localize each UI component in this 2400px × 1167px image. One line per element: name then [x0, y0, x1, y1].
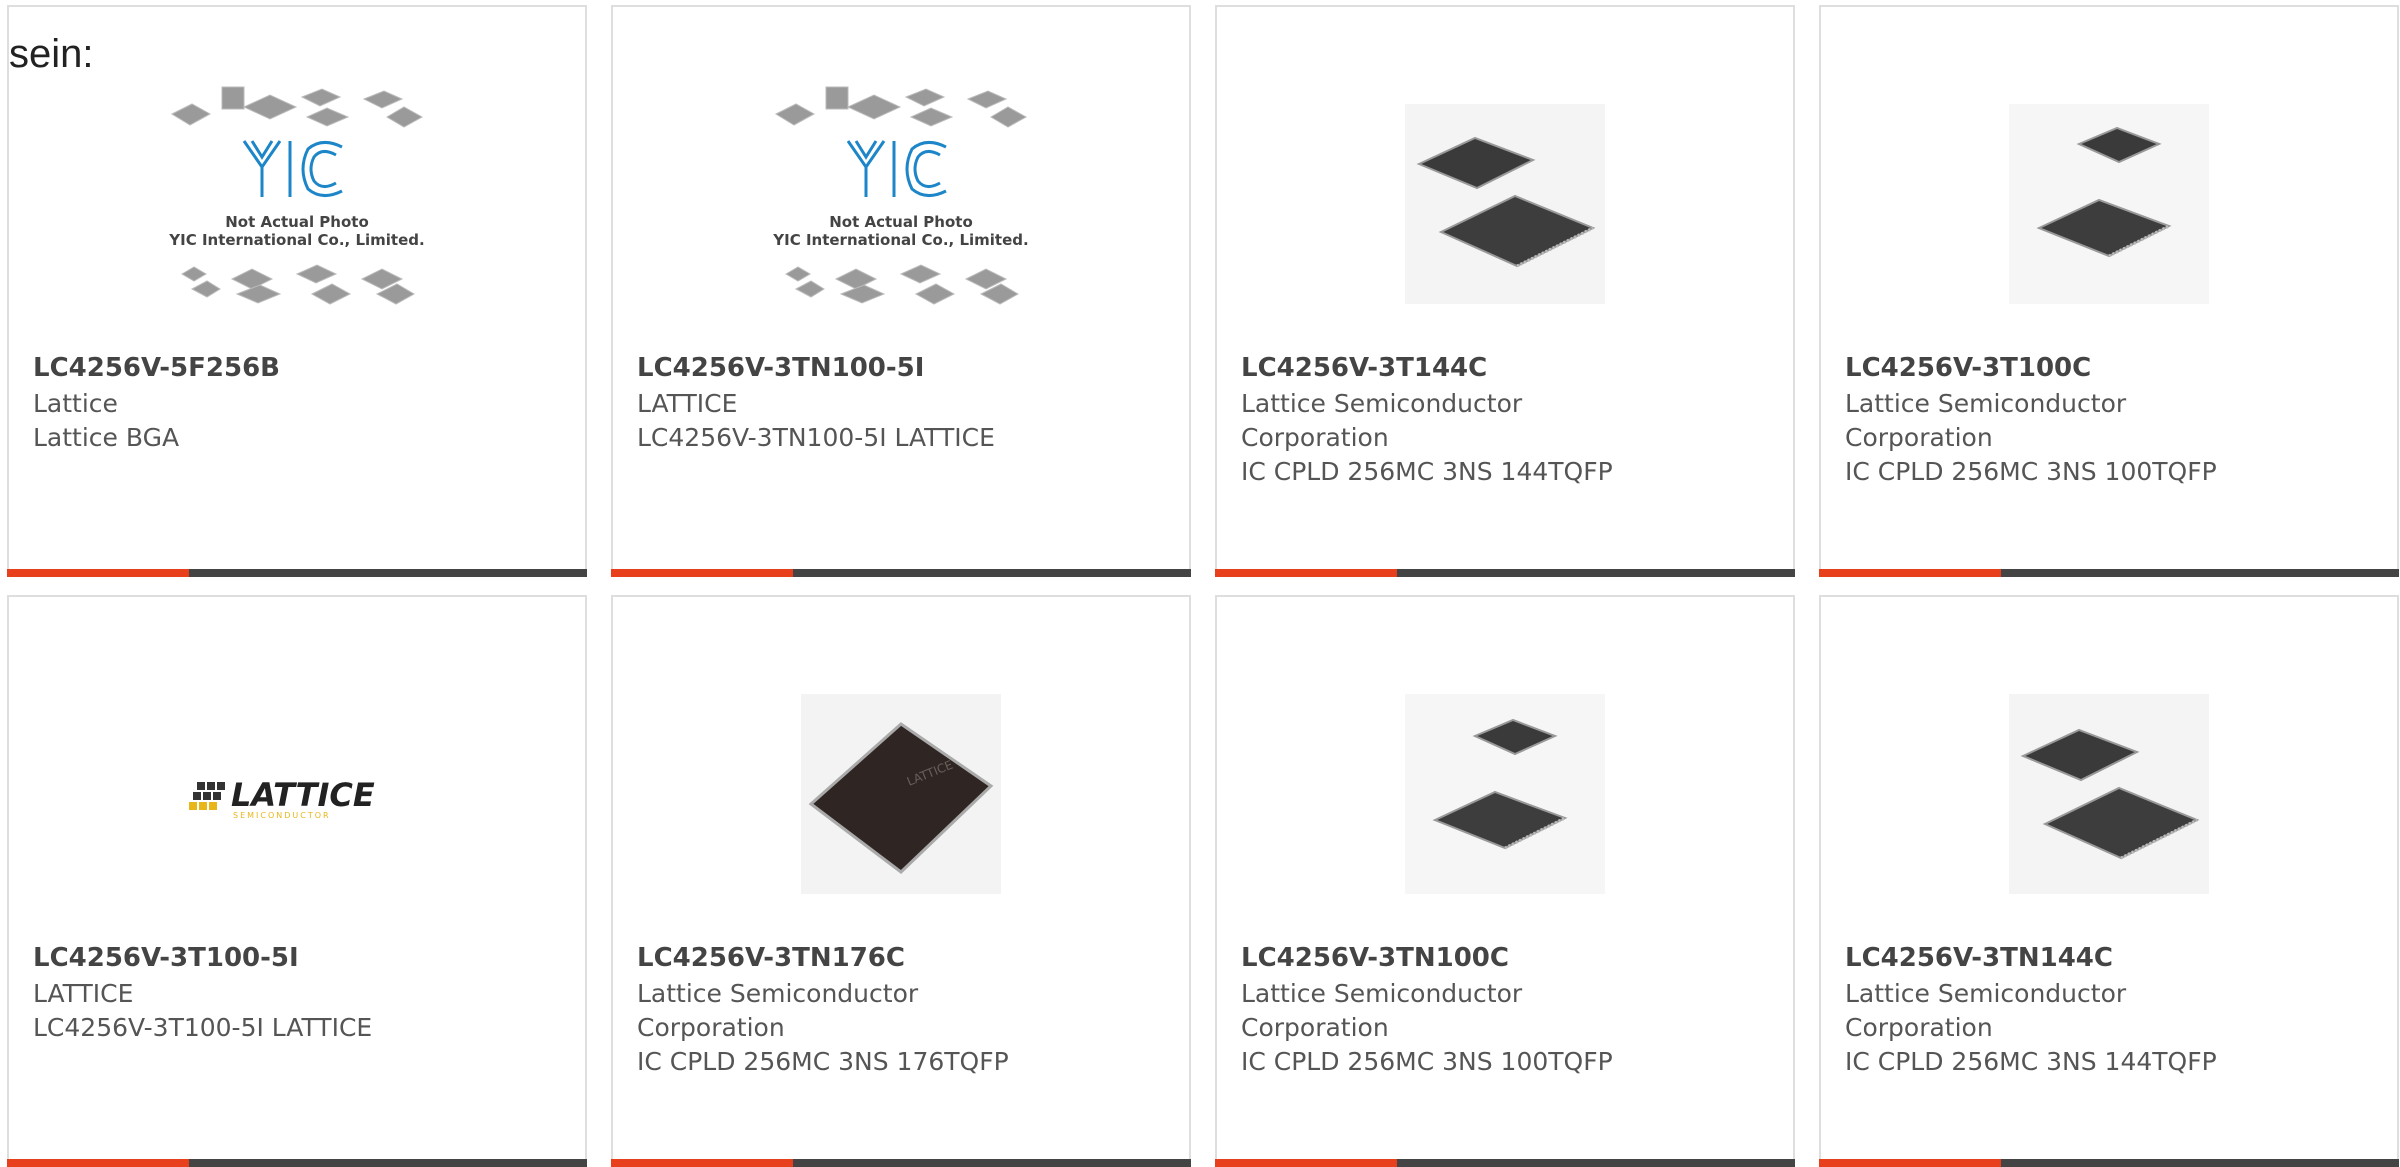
manufacturer: Lattice Semiconductor: [1241, 979, 1523, 1008]
product-card[interactable]: LC4256V-3T100C Lattice Semiconductor Cor…: [1819, 5, 2399, 577]
lattice-logo-subtext: SEMICONDUCTOR: [233, 811, 331, 820]
manufacturer-continued: Corporation: [1845, 1013, 1993, 1042]
product-grid: Not Actual Photo YIC International Co., …: [0, 0, 2400, 1167]
product-image-placeholder: Not Actual Photo YIC International Co., …: [613, 69, 1189, 339]
card-accent-bar: [1819, 569, 2001, 577]
manufacturer: Lattice: [33, 389, 118, 418]
manufacturer: Lattice Semiconductor: [1241, 389, 1523, 418]
part-number[interactable]: LC4256V-3TN100C: [1241, 943, 1509, 973]
product-image-placeholder: Not Actual Photo YIC International Co., …: [9, 69, 585, 339]
description: IC CPLD 256MC 3NS 100TQFP: [1241, 1047, 1613, 1076]
product-card[interactable]: LC4256V-3T144C Lattice Semiconductor Cor…: [1215, 5, 1795, 577]
product-image-chip-pair: [1821, 69, 2397, 339]
product-image-chip-pair: [1217, 659, 1793, 929]
card-accent-bar: [7, 569, 189, 577]
description: LC4256V-3TN100-5I LATTICE: [637, 423, 995, 452]
manufacturer: Lattice Semiconductor: [637, 979, 919, 1008]
product-card[interactable]: Not Actual Photo YIC International Co., …: [611, 5, 1191, 577]
manufacturer: Lattice Semiconductor: [1845, 979, 2127, 1008]
card-accent-bar: [611, 1159, 793, 1167]
manufacturer: LATTICE: [637, 389, 738, 418]
product-card[interactable]: LC4256V-3TN144C Lattice Semiconductor Co…: [1819, 595, 2399, 1167]
product-card[interactable]: LATTICE SEMICONDUCTOR LC4256V-3T100-5I L…: [7, 595, 587, 1167]
card-bottom-bar: [1215, 1159, 1795, 1167]
part-number[interactable]: LC4256V-3T100C: [1845, 353, 2091, 383]
description: Lattice BGA: [33, 423, 180, 452]
card-bottom-bar: [1819, 569, 2399, 577]
intro-text: sein:: [9, 32, 94, 76]
placeholder-caption-2: YIC International Co., Limited.: [772, 231, 1028, 249]
placeholder-caption-1: Not Actual Photo: [225, 213, 369, 231]
manufacturer-continued: Corporation: [1845, 423, 1993, 452]
product-image-chip-pair: [1217, 69, 1793, 339]
placeholder-caption-2: YIC International Co., Limited.: [168, 231, 424, 249]
description: IC CPLD 256MC 3NS 144TQFP: [1845, 1047, 2217, 1076]
manufacturer-continued: Corporation: [1241, 423, 1389, 452]
product-card[interactable]: Not Actual Photo YIC International Co., …: [7, 5, 587, 577]
card-accent-bar: [7, 1159, 189, 1167]
description: IC CPLD 256MC 3NS 176TQFP: [637, 1047, 1009, 1076]
description: LC4256V-3T100-5I LATTICE: [33, 1013, 373, 1042]
card-accent-bar: [611, 569, 793, 577]
manufacturer: LATTICE: [33, 979, 134, 1008]
card-bottom-bar: [611, 569, 1191, 577]
product-card[interactable]: LATTICE LC4256V-3TN176C Lattice Semicond…: [611, 595, 1191, 1167]
part-number[interactable]: LC4256V-3TN100-5I: [637, 353, 924, 383]
card-bottom-bar: [611, 1159, 1191, 1167]
card-bottom-bar: [7, 569, 587, 577]
part-number[interactable]: LC4256V-5F256B: [33, 353, 280, 383]
product-image-chip-pair: [1821, 659, 2397, 929]
part-number[interactable]: LC4256V-3TN176C: [637, 943, 905, 973]
description: IC CPLD 256MC 3NS 100TQFP: [1845, 457, 2217, 486]
product-image-lattice-logo: LATTICE SEMICONDUCTOR: [9, 659, 585, 929]
lattice-logo-text: LATTICE: [231, 776, 375, 814]
card-accent-bar: [1819, 1159, 2001, 1167]
product-card[interactable]: LC4256V-3TN100C Lattice Semiconductor Co…: [1215, 595, 1795, 1167]
card-bottom-bar: [1819, 1159, 2399, 1167]
card-bottom-bar: [7, 1159, 587, 1167]
part-number[interactable]: LC4256V-3T100-5I: [33, 943, 299, 973]
card-accent-bar: [1215, 569, 1397, 577]
description: IC CPLD 256MC 3NS 144TQFP: [1241, 457, 1613, 486]
card-bottom-bar: [1215, 569, 1795, 577]
product-image-single-chip: LATTICE: [613, 659, 1189, 929]
manufacturer-continued: Corporation: [637, 1013, 785, 1042]
placeholder-caption-1: Not Actual Photo: [829, 213, 973, 231]
manufacturer-continued: Corporation: [1241, 1013, 1389, 1042]
part-number[interactable]: LC4256V-3TN144C: [1845, 943, 2113, 973]
part-number[interactable]: LC4256V-3T144C: [1241, 353, 1487, 383]
manufacturer: Lattice Semiconductor: [1845, 389, 2127, 418]
card-accent-bar: [1215, 1159, 1397, 1167]
